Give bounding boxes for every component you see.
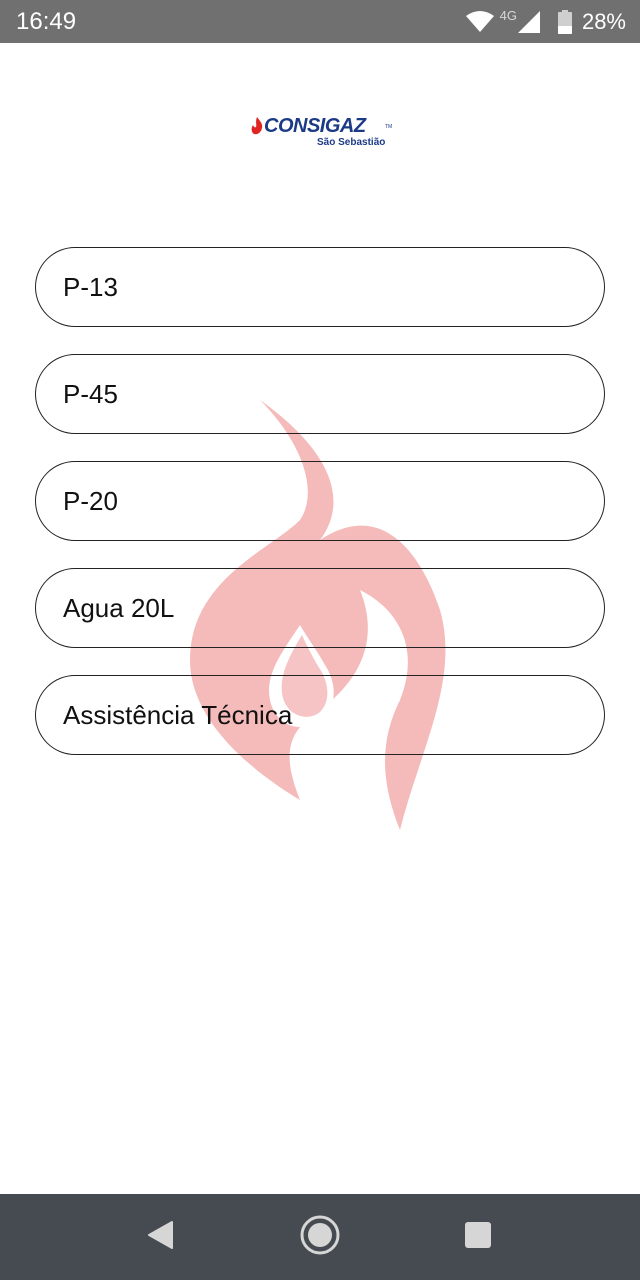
menu-button-agua-20l[interactable]: Agua 20L [35,568,605,648]
signal-icon [517,10,540,33]
product-menu: P-13 P-45 P-20 Agua 20L Assistência Técn… [35,247,605,782]
battery-icon [557,9,572,34]
back-button[interactable] [137,1214,183,1260]
wifi-icon [465,10,494,33]
logo-wordmark: CONSIGAZ [264,115,366,137]
status-icons: 4G 28% [465,0,626,43]
consigaz-logo: CONSIGAZ TM São Sebastião [250,114,395,154]
home-icon [300,1215,340,1260]
home-button[interactable] [297,1214,343,1260]
network-type-label: 4G [499,8,517,23]
navigation-bar [0,1194,640,1280]
battery-percent: 28% [581,8,626,34]
back-icon [147,1220,173,1254]
flame-icon [251,117,263,140]
status-bar: 16:49 4G 28% [0,0,640,43]
menu-button-p13[interactable]: P-13 [35,247,605,327]
logo-subtitle: São Sebastião [317,137,386,148]
menu-button-assistencia-tecnica[interactable]: Assistência Técnica [35,675,605,755]
status-time: 16:49 [16,8,77,35]
menu-button-p20[interactable]: P-20 [35,461,605,541]
recents-button[interactable] [455,1214,501,1260]
menu-button-p45[interactable]: P-45 [35,354,605,434]
recents-icon [465,1221,491,1253]
logo-trademark: TM [385,124,393,130]
